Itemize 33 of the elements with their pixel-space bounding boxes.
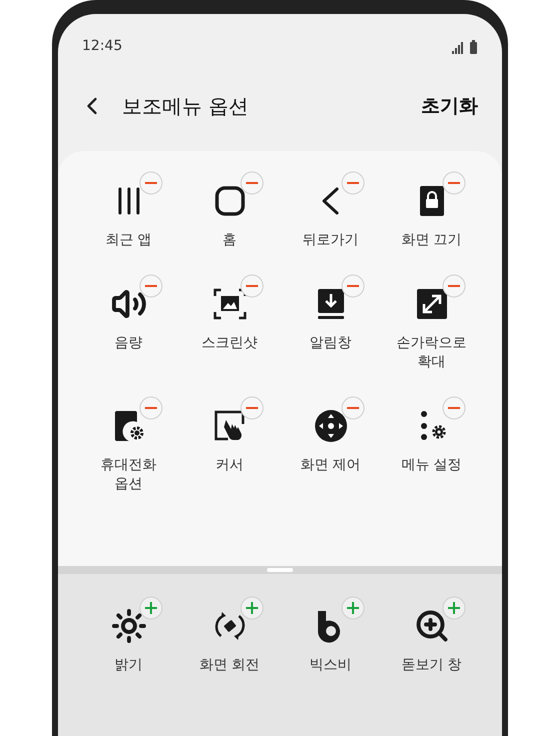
menu-item-label[interactable]: 음량 — [114, 334, 142, 353]
menu-item-label[interactable]: 빅스비 — [310, 656, 352, 675]
menu-item-label[interactable]: 화면 회전 — [199, 656, 260, 675]
remove-badge-icon[interactable] — [442, 171, 466, 195]
menu-item-label[interactable]: 스크린샷 — [202, 334, 258, 353]
menu-item-label[interactable]: 알림창 — [310, 334, 352, 353]
remove-badge-icon[interactable] — [240, 171, 264, 195]
drag-handle[interactable] — [267, 568, 293, 572]
menu-item-label[interactable]: 최근 앱 — [105, 231, 152, 250]
menu-item-label[interactable]: 밝기 — [114, 656, 142, 675]
brightness-icon — [110, 608, 146, 644]
screenshot-icon — [212, 286, 248, 322]
status-time: 12:45 — [82, 37, 122, 56]
remove-badge-icon[interactable] — [138, 274, 162, 298]
remove-badge-icon[interactable] — [340, 396, 364, 420]
menu-item-label[interactable]: 화면 제어 — [300, 456, 361, 475]
menu-item-label[interactable]: 손가락으로 확대 — [392, 334, 472, 372]
add-badge-icon[interactable] — [138, 596, 162, 620]
menu-item-label[interactable]: 돋보기 창 — [401, 656, 462, 675]
menu-item-label[interactable]: 화면 끄기 — [401, 231, 462, 250]
page-title: 보조메뉴 옵션 — [122, 93, 248, 120]
magnifier-icon — [414, 608, 450, 644]
menu-item-label[interactable]: 휴대전화 옵션 — [88, 456, 168, 494]
remove-badge-icon[interactable] — [240, 396, 264, 420]
remove-badge-icon[interactable] — [340, 274, 364, 298]
menu-item-label[interactable]: 뒤로가기 — [302, 231, 358, 250]
menu-item-label[interactable]: 홈 — [222, 231, 236, 250]
direction-pad-icon — [312, 408, 348, 444]
remove-badge-icon[interactable] — [442, 274, 466, 298]
menu-item-label[interactable]: 커서 — [216, 456, 244, 475]
reset-button[interactable]: 초기화 — [421, 92, 478, 120]
signal-battery-icon — [452, 40, 478, 54]
menu-item-label[interactable]: 메뉴 설정 — [401, 456, 462, 475]
